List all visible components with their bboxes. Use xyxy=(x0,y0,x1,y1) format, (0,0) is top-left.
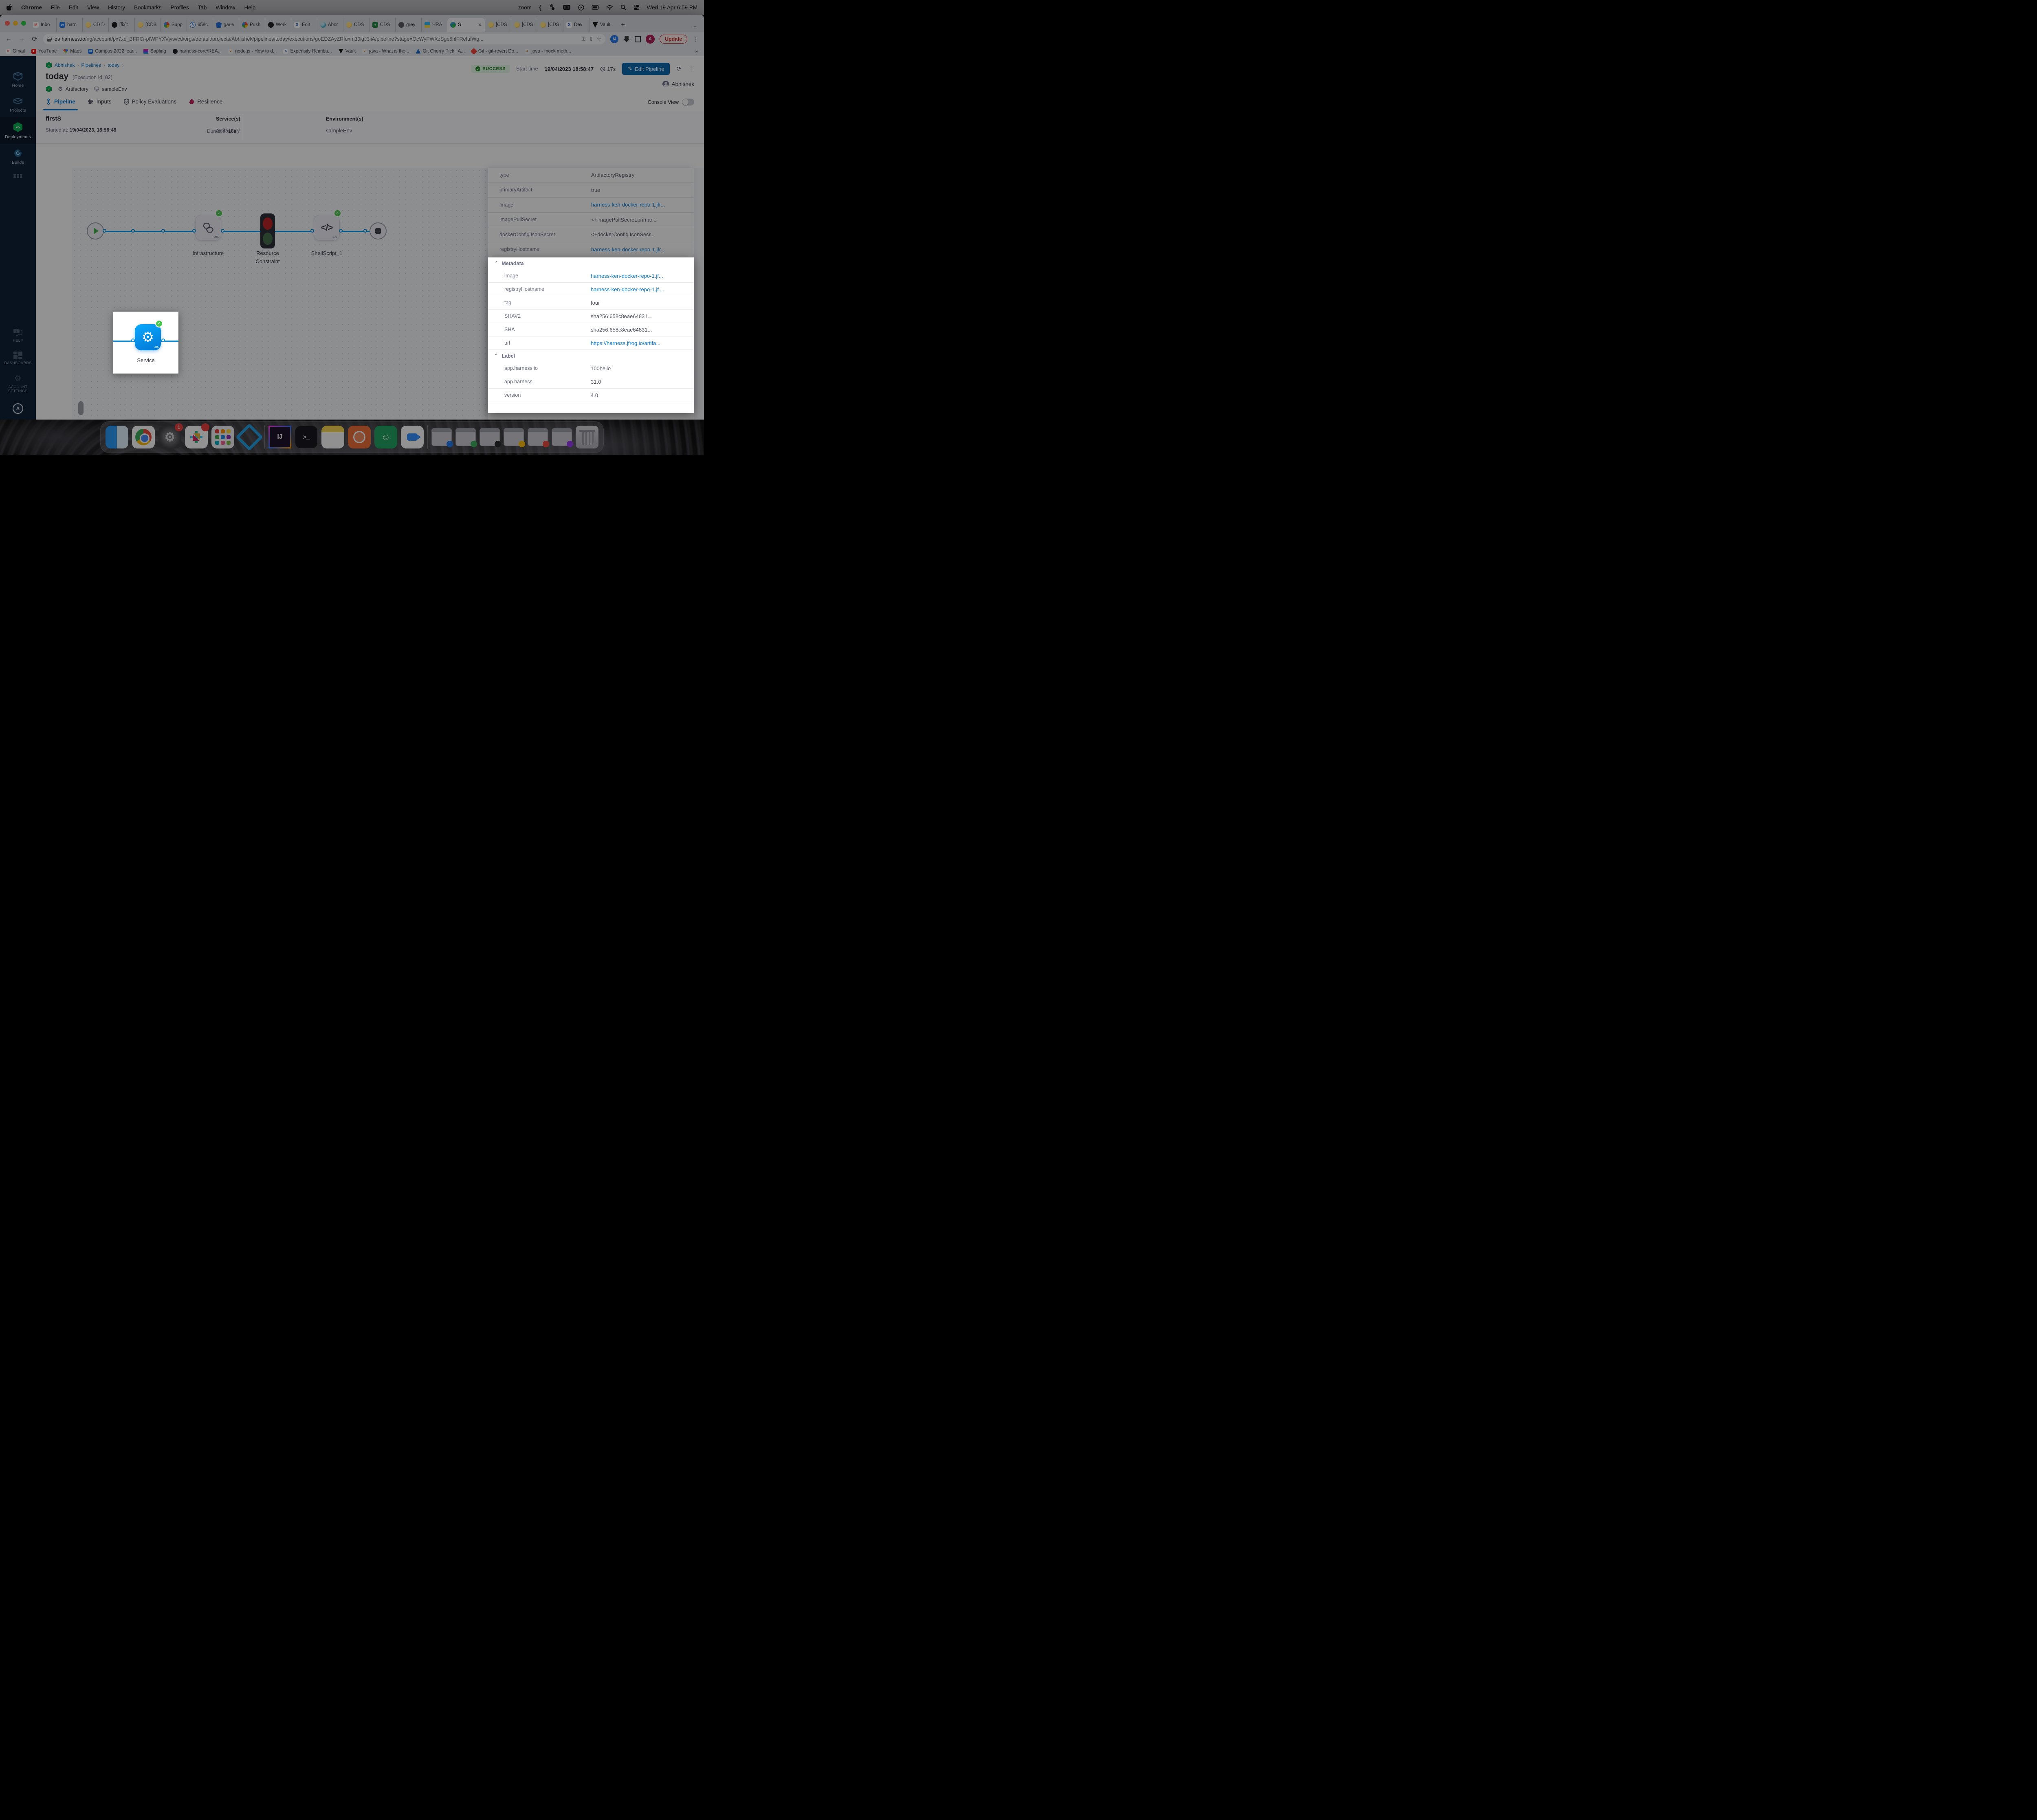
service-gear-icon: ⚙ xyxy=(142,330,154,344)
panel-key: SHAV2 xyxy=(504,313,591,319)
metadata-row-SHA: SHAsha256:658c8eae64831... xyxy=(488,323,694,336)
panel-key: app.harness.io xyxy=(504,365,591,371)
collapse-chevron-icon[interactable]: ⌃ xyxy=(495,261,498,266)
panel-key: image xyxy=(504,273,591,279)
panel-key: registryHostname xyxy=(504,286,591,292)
macos-screen: ChromeFileEditViewHistoryBookmarksProfil… xyxy=(0,0,704,455)
panel-value[interactable]: https://harness.jfrog.io/artifa... xyxy=(591,340,660,346)
section-title: Metadata xyxy=(502,261,524,266)
metadata-row-image: imageharness-ken-docker-repo-1.jf... xyxy=(488,269,694,283)
section-header-label[interactable]: ⌃ Label xyxy=(488,350,694,362)
panel-value: four xyxy=(591,300,600,306)
panel-value: sha256:658c8eae64831... xyxy=(591,327,652,333)
metadata-row-SHAV2: SHAV2sha256:658c8eae64831... xyxy=(488,310,694,323)
panel-key: tag xyxy=(504,300,591,306)
section-header-metadata[interactable]: ⌃ Metadata xyxy=(488,257,694,269)
collapse-chevron-icon[interactable]: ⌃ xyxy=(495,354,498,358)
panel-value: 4.0 xyxy=(591,392,598,398)
section-title: Label xyxy=(502,353,515,359)
label-row-version: version4.0 xyxy=(488,389,694,402)
label-row-app.harness: app.harness31.0 xyxy=(488,375,694,389)
metadata-row-tag: tagfour xyxy=(488,296,694,310)
panel-key: app.harness xyxy=(504,379,591,385)
node-service[interactable]: ⚙ </> xyxy=(135,324,161,350)
panel-value: 31.0 xyxy=(591,379,601,385)
panel-value: sha256:658c8eae64831... xyxy=(591,313,652,319)
label-row-app.harness.io: app.harness.io100hello xyxy=(488,362,694,375)
node-label-service: Service xyxy=(113,357,178,363)
panel-key: SHA xyxy=(504,327,591,332)
code-glyph: </> xyxy=(154,345,159,349)
metadata-row-url: urlhttps://harness.jfrog.io/artifa... xyxy=(488,336,694,350)
panel-key: version xyxy=(504,392,591,398)
metadata-row-registryHostname: registryHostnameharness-ken-docker-repo-… xyxy=(488,283,694,296)
service-success-icon: ✓ xyxy=(155,320,163,328)
service-node-highlight: ⚙ </> ✓ Service xyxy=(113,312,178,374)
panel-value[interactable]: harness-ken-docker-repo-1.jf... xyxy=(591,286,663,292)
metadata-card: ⌃Metadataimageharness-ken-docker-repo-1.… xyxy=(488,257,694,413)
panel-key: url xyxy=(504,340,591,346)
panel-value[interactable]: harness-ken-docker-repo-1.jf... xyxy=(591,273,663,279)
panel-value: 100hello xyxy=(591,365,611,371)
